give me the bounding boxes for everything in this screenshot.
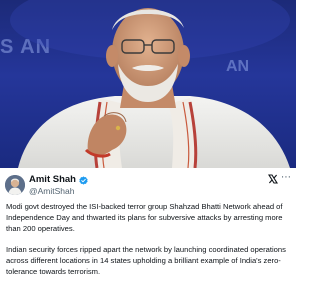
x-logo-icon[interactable] xyxy=(268,174,278,184)
avatar[interactable] xyxy=(5,175,25,195)
tweet-paragraph-1: Modi govt destroyed the ISI-backed terro… xyxy=(6,202,283,233)
ear-right xyxy=(178,45,190,67)
content-fade xyxy=(0,286,296,300)
ring xyxy=(115,125,121,131)
verified-badge-icon xyxy=(79,175,88,185)
author-row: Amit Shah xyxy=(29,174,88,186)
tweet-paragraph-2: Indian security forces ripped apart the … xyxy=(6,245,286,276)
author-handle[interactable]: @AmitShah xyxy=(29,186,74,197)
tweet-card[interactable]: Amit Shah @AmitShah ⋯ Modi govt destroye… xyxy=(0,168,296,300)
author-name[interactable]: Amit Shah xyxy=(29,174,76,186)
ear-left xyxy=(106,45,118,67)
speaker-illustration xyxy=(10,0,290,168)
more-options-icon[interactable]: ⋯ xyxy=(280,172,292,184)
tweet-photo[interactable]: S AN AN xyxy=(0,0,296,168)
